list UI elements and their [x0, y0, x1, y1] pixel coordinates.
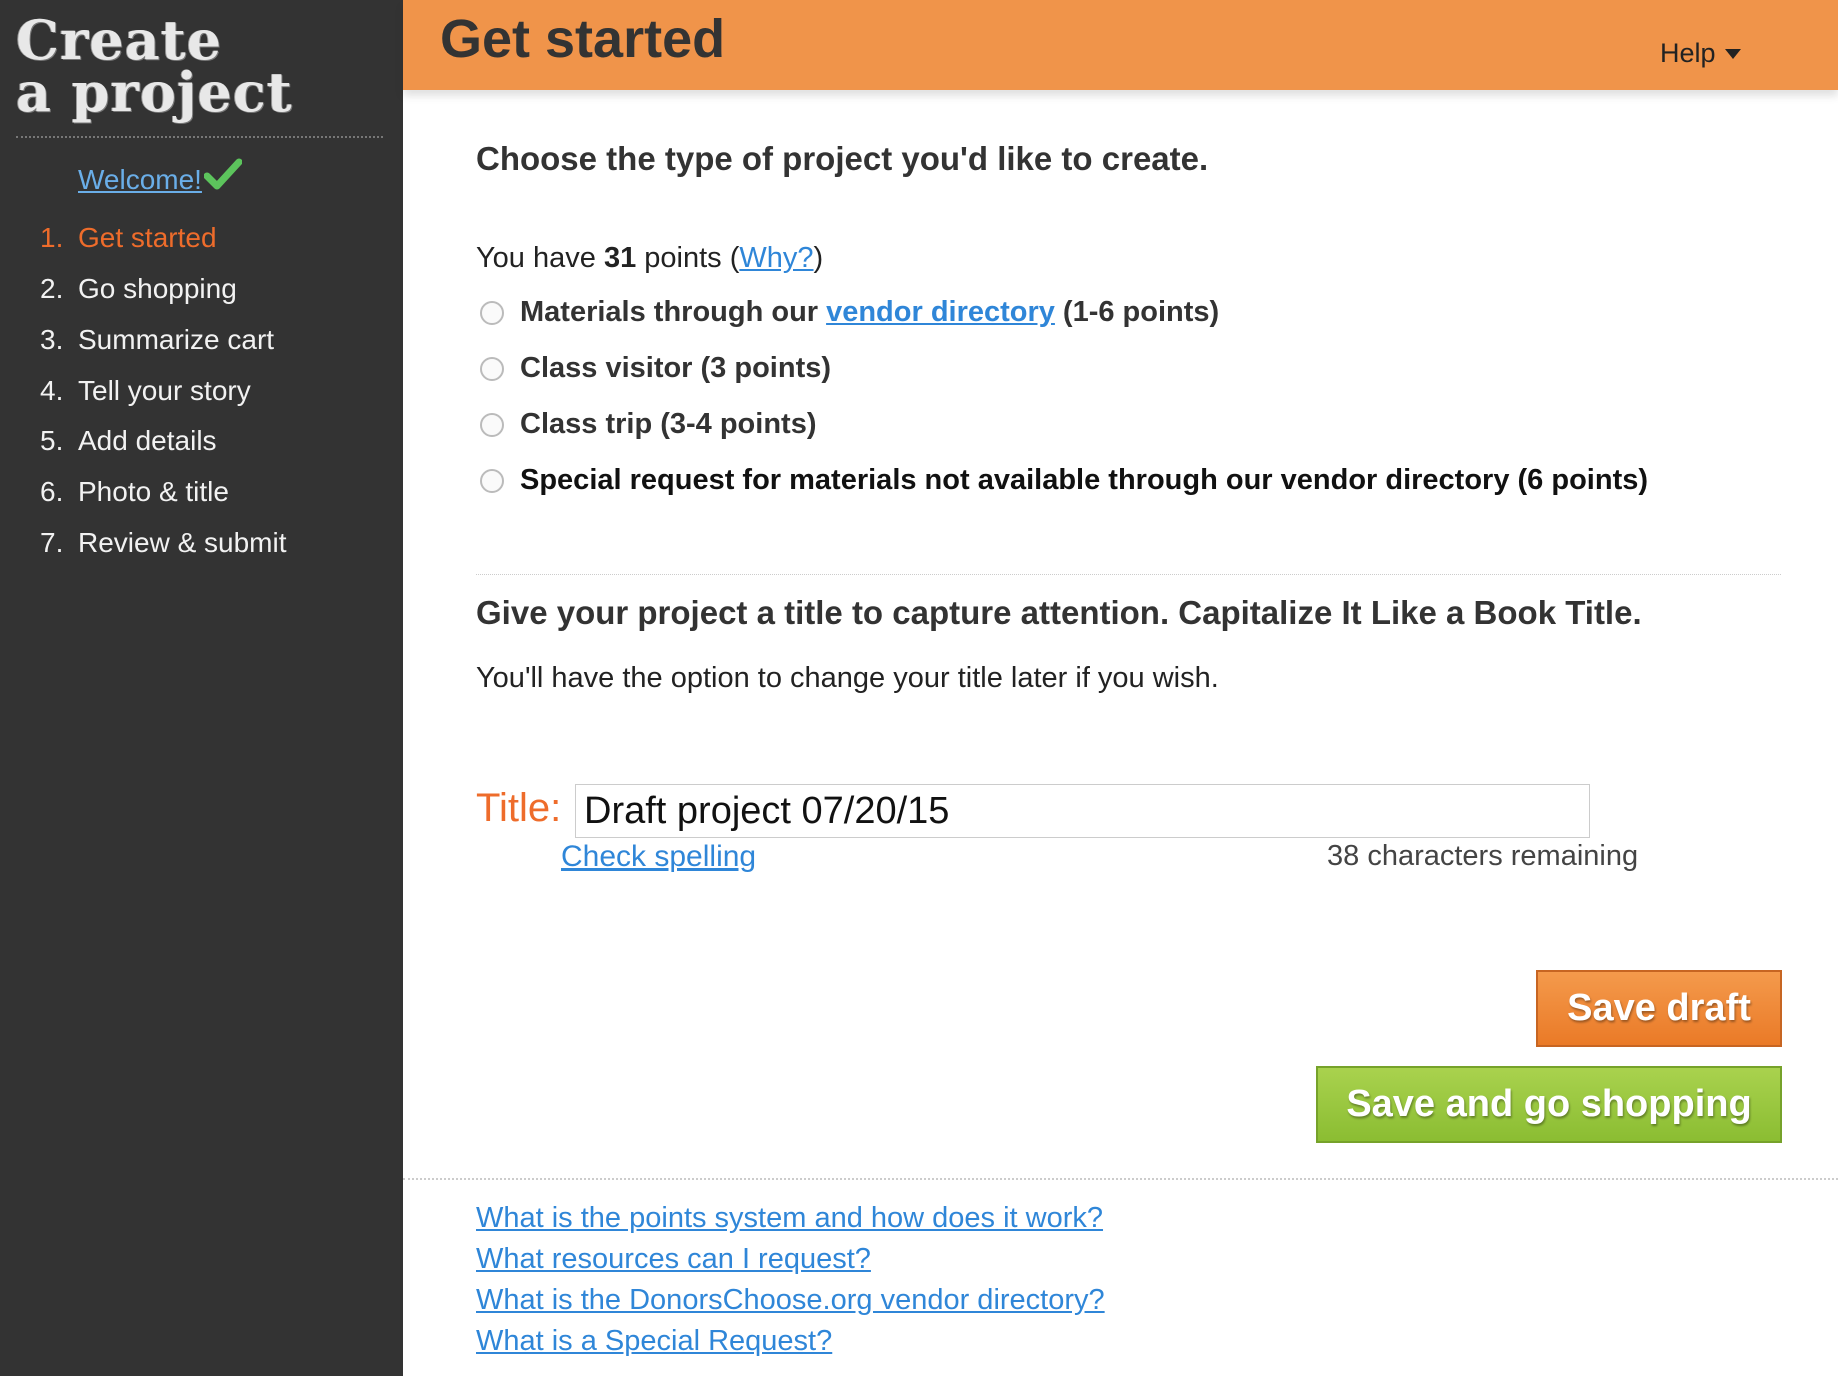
faq-link-special-request[interactable]: What is a Special Request?	[476, 1325, 832, 1358]
faq-link-vendor-directory[interactable]: What is the DonorsChoose.org vendor dire…	[476, 1284, 1105, 1317]
nav-welcome-link[interactable]: Welcome!	[78, 158, 242, 196]
nav-step-label: Tell your story	[78, 375, 251, 406]
faq-link-resources[interactable]: What resources can I request?	[476, 1243, 871, 1276]
points-line: You have 31 points (Why?)	[476, 242, 823, 275]
points-value: 31	[603, 242, 637, 274]
option-class-trip-label: Class trip (3-4 points)	[520, 408, 817, 440]
nav-step-number: 5.	[40, 425, 64, 456]
radio-class-trip[interactable]	[480, 412, 504, 437]
help-menu[interactable]: Help	[1660, 38, 1742, 69]
nav-step-review-submit[interactable]: 7. Review & submit	[40, 527, 287, 559]
page-header: Get started Help	[403, 0, 1838, 90]
sidebar-title: Create a project	[16, 8, 293, 124]
option-class-trip[interactable]: Class trip (3-4 points)	[480, 408, 817, 441]
nav-step-go-shopping[interactable]: 2. Go shopping	[40, 273, 237, 305]
nav-step-number: 2.	[40, 273, 64, 304]
option-materials-suffix: (1-6 points)	[1062, 296, 1220, 328]
nav-step-number: 3.	[40, 324, 64, 355]
option-materials[interactable]: Materials through our vendor directory (…	[480, 296, 1219, 329]
sidebar-title-line1: Create	[16, 8, 223, 72]
radio-special-request[interactable]	[480, 468, 504, 493]
nav-step-label: Go shopping	[78, 273, 237, 304]
title-input[interactable]	[575, 784, 1590, 838]
points-suffix: points (	[636, 242, 740, 274]
sidebar: Create a project Welcome! 1. Get started…	[0, 0, 403, 1376]
nav-step-number: 6.	[40, 476, 64, 507]
help-label: Help	[1660, 38, 1716, 68]
checkmark-icon	[203, 158, 242, 190]
option-special-request[interactable]: Special request for materials not availa…	[480, 464, 1648, 497]
sidebar-title-line2: a project	[16, 60, 293, 124]
nav-step-photo-title[interactable]: 6. Photo & title	[40, 476, 229, 508]
option-class-visitor-label: Class visitor (3 points)	[520, 352, 832, 384]
title-heading: Give your project a title to capture att…	[476, 594, 1642, 631]
save-and-go-shopping-button[interactable]: Save and go shopping	[1316, 1066, 1782, 1143]
nav-step-tell-your-story[interactable]: 4. Tell your story	[40, 375, 251, 407]
project-type-heading: Choose the type of project you'd like to…	[476, 140, 1209, 177]
title-label: Title:	[476, 786, 562, 830]
section-divider	[476, 574, 1781, 575]
vendor-directory-link[interactable]: vendor directory	[826, 296, 1055, 329]
nav-step-label: Add details	[78, 425, 217, 456]
why-link[interactable]: Why?	[739, 242, 813, 274]
radio-materials[interactable]	[480, 300, 504, 325]
nav-step-add-details[interactable]: 5. Add details	[40, 425, 217, 457]
page-title: Get started	[440, 9, 726, 69]
option-special-request-label: Special request for materials not availa…	[520, 464, 1649, 496]
nav-step-number: 7.	[40, 527, 64, 558]
sidebar-divider	[16, 136, 383, 138]
nav-step-number: 4.	[40, 375, 64, 406]
faq-link-points-system[interactable]: What is the points system and how does i…	[476, 1202, 1103, 1235]
option-class-visitor[interactable]: Class visitor (3 points)	[480, 352, 831, 385]
nav-step-label: Get started	[78, 222, 217, 253]
points-prefix: You have	[476, 242, 604, 274]
save-draft-button[interactable]: Save draft	[1536, 970, 1782, 1047]
check-spelling-link[interactable]: Check spelling	[561, 840, 756, 874]
nav-step-label: Review & submit	[78, 527, 287, 558]
footer-divider	[403, 1178, 1838, 1180]
points-close: )	[813, 242, 824, 274]
nav-step-label: Summarize cart	[78, 324, 275, 355]
nav-step-label: Photo & title	[78, 476, 229, 507]
nav-welcome-label: Welcome!	[78, 164, 202, 195]
radio-class-visitor[interactable]	[480, 356, 504, 381]
title-subtext: You'll have the option to change your ti…	[476, 662, 1219, 694]
nav-step-number: 1.	[40, 222, 64, 253]
caret-down-icon	[1724, 48, 1741, 59]
characters-remaining: 38 characters remaining	[1327, 840, 1639, 872]
nav-step-get-started[interactable]: 1. Get started	[40, 222, 217, 254]
nav-step-summarize-cart[interactable]: 3. Summarize cart	[40, 324, 274, 356]
option-materials-prefix: Materials through our	[520, 296, 819, 328]
